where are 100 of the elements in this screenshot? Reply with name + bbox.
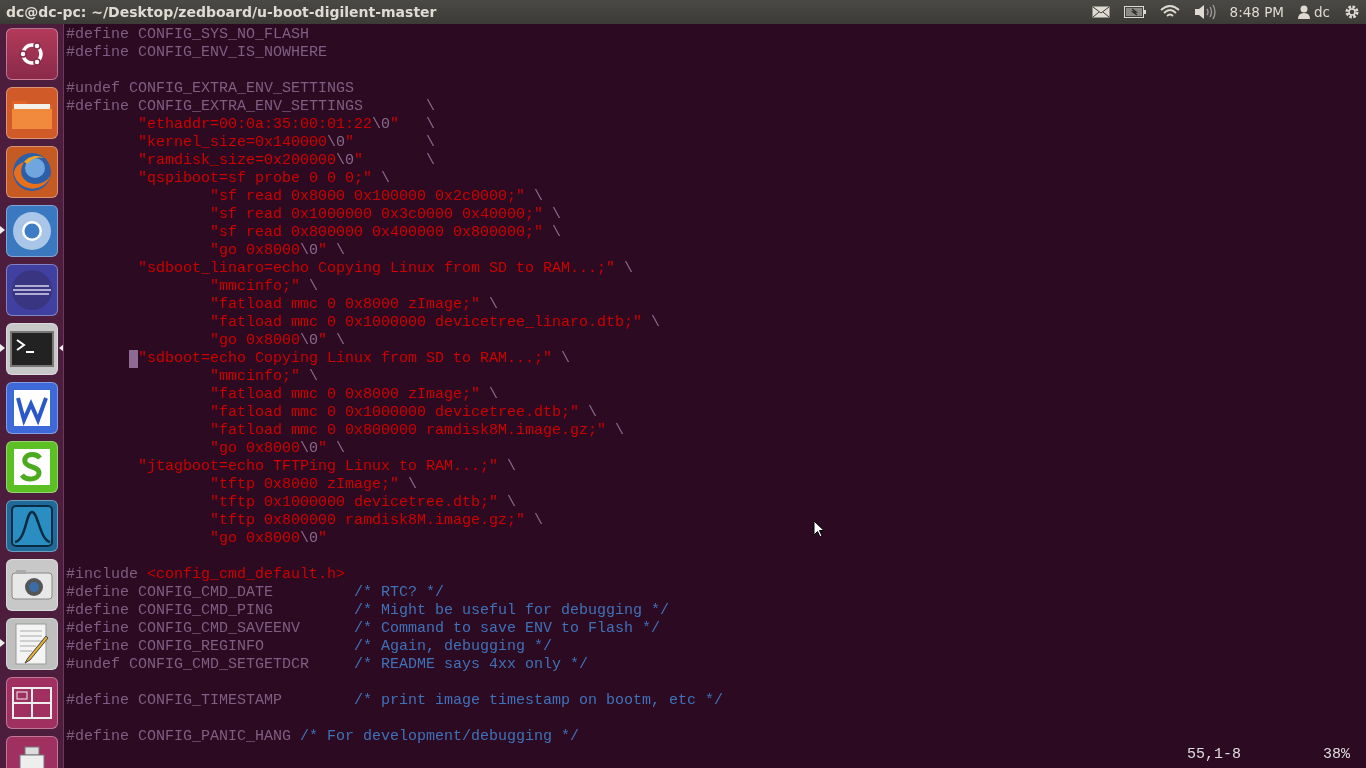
string-literal: "sdboot=echo Copying Linux from SD to RAM...;" [138,350,553,367]
preprocessor-text: #include [66,566,138,583]
string-literal: " [345,134,355,151]
escape-sequence: \0 [300,530,319,547]
preprocessor-text: #define CONFIG_ENV_IS_NOWHERE [66,44,328,61]
escape-sequence: \0 [300,440,319,457]
preprocessor-text: #define CONFIG_TIMESTAMP [66,692,283,709]
string-literal: "fatload mmc 0 0x8000 zImage;" [210,386,481,403]
line-continuation: \ [507,494,517,511]
launcher-button[interactable] [5,146,58,198]
gear-icon[interactable] [1344,4,1360,20]
string-literal: "go 0x8000 [210,242,301,259]
string-literal: " [318,242,328,259]
launcher-button[interactable] [5,618,58,670]
string-literal: " [354,152,364,169]
string-literal: "sdboot_linaro=echo Copying Linux from SD to RAM...;" [138,260,616,277]
preprocessor-text: #define CONFIG_SYS_NO_FLASH [66,26,310,43]
line-continuation: \ [615,422,625,439]
user-name[interactable]: dc [1314,4,1330,20]
preprocessor-text: #undef CONFIG_CMD_SETGETDCR [66,656,310,673]
line-continuation: \ [489,386,499,403]
battery-icon[interactable] [1123,6,1146,18]
string-literal: "sf read 0x1000000 0x3c0000 0x40000;" [210,206,544,223]
line-continuation: \ [561,350,571,367]
line-continuation: \ [588,404,598,421]
string-literal: "ramdisk_size=0x200000 [138,152,337,169]
preprocessor-text: #define CONFIG_PANIC_HANG [66,728,292,745]
person-icon[interactable] [1298,5,1310,19]
escape-sequence: \0 [336,152,355,169]
clock[interactable]: 8:48 PM [1229,4,1284,20]
escape-sequence: \0 [300,242,319,259]
line-continuation: \ [489,296,499,313]
line-continuation: \ [336,440,346,457]
escape-sequence: \0 [327,134,346,151]
code-comment: /* RTC? */ [354,584,445,601]
launcher-button[interactable] [5,87,58,139]
line-continuation: \ [426,152,436,169]
launcher-button[interactable] [5,28,58,80]
wifi-icon[interactable] [1159,5,1180,19]
line-continuation: \ [552,206,562,223]
volume-icon[interactable] [1193,4,1216,20]
string-literal: " [390,116,400,133]
cursor-position: 55,1-8 [1186,746,1241,764]
preprocessor-text: #define CONFIG_EXTRA_ENV_SETTINGS [66,98,364,115]
code-comment: /* README says 4xx only */ [354,656,589,673]
launcher-button[interactable] [5,559,58,611]
line-continuation: \ [534,512,544,529]
window-title: dc@dc-pc: ~/Desktop/zedboard/u-boot-digilent-master [6,4,438,20]
include-path: <config_cmd_default.h> [147,566,346,583]
string-literal: "fatload mmc 0 0x8000 zImage;" [210,296,481,313]
code-comment: /* Might be useful for debugging */ [354,602,670,619]
line-continuation: \ [309,278,319,295]
string-literal: "qspiboot=sf probe 0 0 0;" [138,170,373,187]
code-comment: /* For development/debugging */ [300,728,580,745]
code-comment: /* Command to save ENV to Flash */ [354,620,661,637]
fin-icon [9,504,54,548]
launcher-button[interactable] [5,441,58,493]
sphere-icon [9,268,54,312]
line-continuation: \ [381,170,391,187]
launcher-button[interactable] [5,323,58,375]
launcher-button[interactable] [5,382,58,434]
envelope-icon[interactable] [1091,6,1110,18]
string-literal: "go 0x8000 [210,440,301,457]
string-literal: "ethaddr=00:0a:35:00:01:22 [138,116,373,133]
line-continuation: \ [336,242,346,259]
line-continuation: \ [624,260,634,277]
string-literal: "mmcinfo;" [210,368,301,385]
line-continuation: \ [507,458,517,475]
string-literal: "sf read 0x800000 0x400000 0x800000;" [210,224,544,241]
preprocessor-text: #define CONFIG_CMD_SAVEENV [66,620,301,637]
launcher-button[interactable] [5,205,58,257]
workspace-switcher-icon [11,687,52,719]
code-comment: /* Again, debugging */ [354,638,553,655]
launcher-button[interactable] [5,264,58,316]
line-continuation: \ [426,134,436,151]
escape-sequence: \0 [300,332,319,349]
mouse-pointer-icon [813,520,825,538]
preprocessor-text: #define CONFIG_REGINFO [66,638,265,655]
string-literal: "fatload mmc 0 0x1000000 devicetree.dtb;" [210,404,580,421]
line-continuation: \ [426,116,436,133]
string-literal: " [318,530,328,547]
line-continuation: \ [552,224,562,241]
terminal-icon [9,331,54,367]
preprocessor-text: #define CONFIG_CMD_DATE [66,584,274,601]
camera-icon [9,568,54,602]
string-literal: "sf read 0x8000 0x100000 0x2c0000;" [210,188,526,205]
string-literal: "jtagboot=echo TFTPing Linux to RAM...;" [138,458,499,475]
string-literal: "go 0x8000 [210,530,301,547]
line-continuation: \ [651,314,661,331]
string-literal: "go 0x8000 [210,332,301,349]
string-literal: "tftp 0x800000 ramdisk8M.image.gz;" [210,512,526,529]
line-continuation: \ [336,332,346,349]
string-literal: "fatload mmc 0 0x1000000 devicetree_linaro.dtb;" [210,314,643,331]
string-literal: "mmcinfo;" [210,278,301,295]
preprocessor-text: #undef CONFIG_EXTRA_ENV_SETTINGS [66,80,355,97]
escape-sequence: \0 [372,116,391,133]
line-continuation: \ [309,368,319,385]
launcher-button[interactable] [5,677,58,729]
string-literal: "kernel_size=0x140000 [138,134,328,151]
line-continuation: \ [408,476,418,493]
